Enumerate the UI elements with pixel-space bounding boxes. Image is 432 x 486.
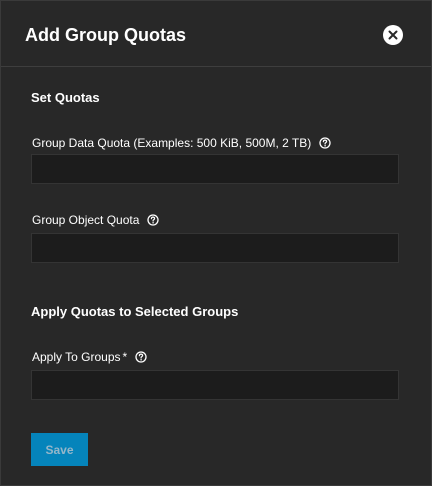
- group-data-quota-input[interactable]: [31, 154, 399, 184]
- save-button[interactable]: Save: [31, 433, 88, 466]
- group-object-quota-label-text: Group Object Quota: [32, 213, 140, 227]
- dialog-title: Add Group Quotas: [25, 25, 186, 45]
- set-quotas-heading: Set Quotas: [31, 90, 100, 105]
- group-object-quota-input[interactable]: [31, 233, 399, 263]
- dialog-header: Add Group Quotas: [1, 1, 431, 67]
- add-group-quotas-dialog: Add Group Quotas Set Quotas Group Data Q…: [0, 0, 432, 486]
- close-icon[interactable]: [383, 25, 403, 45]
- group-object-quota-label: Group Object Quota: [32, 212, 160, 228]
- group-data-quota-label: Group Data Quota (Examples: 500 KiB, 500…: [32, 135, 331, 151]
- required-marker: *: [122, 350, 128, 364]
- apply-to-groups-label: Apply To Groups *: [32, 349, 147, 365]
- apply-to-groups-label-text: Apply To Groups: [32, 350, 121, 364]
- help-icon[interactable]: [147, 214, 160, 226]
- help-icon[interactable]: [135, 351, 147, 363]
- group-data-quota-label-text: Group Data Quota (Examples: 500 KiB, 500…: [32, 136, 312, 150]
- help-icon[interactable]: [319, 137, 331, 149]
- apply-to-groups-input[interactable]: [31, 370, 399, 400]
- apply-quotas-heading: Apply Quotas to Selected Groups: [31, 304, 239, 319]
